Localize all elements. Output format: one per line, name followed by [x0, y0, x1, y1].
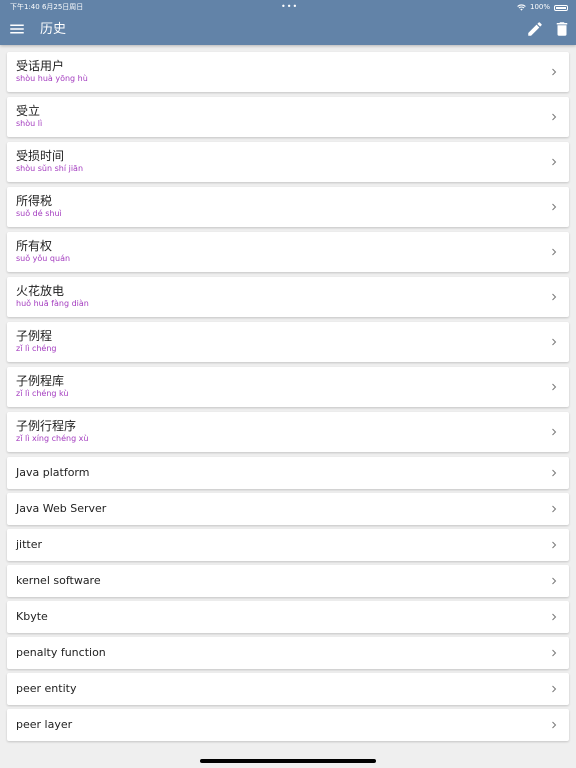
history-term: 所有权	[16, 239, 53, 253]
history-term: Java Web Server	[16, 502, 107, 515]
chevron-right-icon	[552, 248, 557, 256]
home-indicator[interactable]	[200, 759, 376, 763]
history-item[interactable]: 所有权 suǒ yǒu quán	[7, 232, 569, 272]
history-item[interactable]: kernel software	[7, 565, 569, 597]
chevron-right-icon	[552, 383, 557, 391]
history-item[interactable]: 受损时间 shòu sǔn shí jiān	[7, 142, 569, 182]
history-pinyin: zǐ lì chéng kù	[16, 389, 69, 398]
history-pinyin: shòu huà yōng hù	[16, 74, 88, 83]
history-item[interactable]: 所得税 suǒ dé shuì	[7, 187, 569, 227]
status-bar: 下午1:40 6月25日周日 ••• 100%	[0, 0, 576, 14]
history-term: Java platform	[16, 466, 90, 479]
history-item[interactable]: jitter	[7, 529, 569, 561]
menu-icon[interactable]	[8, 20, 26, 38]
history-item[interactable]: peer entity	[7, 673, 569, 705]
history-item[interactable]: peer layer	[7, 709, 569, 741]
history-item[interactable]: 火花放电 huǒ huā fàng diàn	[7, 277, 569, 317]
history-item[interactable]: 子例行程序 zǐ lì xíng chéng xù	[7, 412, 569, 452]
history-term: 子例程	[16, 329, 53, 343]
history-term: 子例程库	[16, 374, 65, 388]
chevron-right-icon	[552, 685, 557, 693]
chevron-right-icon	[552, 428, 557, 436]
history-item[interactable]: Java Web Server	[7, 493, 569, 525]
history-term: 受立	[16, 104, 41, 118]
chevron-right-icon	[552, 203, 557, 211]
multitasking-dots[interactable]: •••	[281, 0, 298, 14]
history-term: Kbyte	[16, 610, 48, 623]
history-term: 受话用户	[16, 59, 65, 73]
history-pinyin: huǒ huā fàng diàn	[16, 299, 89, 308]
history-item[interactable]: Java platform	[7, 457, 569, 489]
history-term: peer layer	[16, 718, 73, 731]
history-pinyin: suǒ yǒu quán	[16, 254, 71, 263]
history-pinyin: zǐ lì xíng chéng xù	[16, 434, 89, 443]
history-term: 所得税	[16, 194, 53, 208]
history-item[interactable]: 子例程 zǐ lì chéng	[7, 322, 569, 362]
toolbar: 历史	[0, 14, 576, 45]
wifi-icon	[517, 3, 526, 11]
chevron-right-icon	[552, 613, 557, 621]
history-term: 火花放电	[16, 284, 65, 298]
chevron-right-icon	[552, 68, 557, 76]
chevron-right-icon	[552, 577, 557, 585]
chevron-right-icon	[552, 649, 557, 657]
edit-icon[interactable]	[526, 20, 544, 38]
chevron-right-icon	[552, 113, 557, 121]
history-term: 子例行程序	[16, 419, 77, 433]
chevron-right-icon	[552, 158, 557, 166]
chevron-right-icon	[552, 721, 557, 729]
history-pinyin: shòu lì	[16, 119, 43, 128]
history-term: 受损时间	[16, 149, 65, 163]
status-time-date: 下午1:40 6月25日周日	[10, 3, 84, 11]
history-term: jitter	[16, 538, 43, 551]
chevron-right-icon	[552, 505, 557, 513]
history-item[interactable]: penalty function	[7, 637, 569, 669]
history-list: 受话用户 shòu huà yōng hù 受立 shòu lì 受损时间 shòu sǔ…	[7, 52, 569, 745]
history-term: kernel software	[16, 574, 101, 587]
history-item[interactable]: Kbyte	[7, 601, 569, 633]
history-pinyin: zǐ lì chéng	[16, 344, 57, 353]
status-indicators: 100%	[517, 0, 568, 14]
app-header: 下午1:40 6月25日周日 ••• 100% 历史	[0, 0, 576, 45]
history-pinyin: shòu sǔn shí jiān	[16, 164, 84, 173]
history-item[interactable]: 子例程库 zǐ lì chéng kù	[7, 367, 569, 407]
history-item[interactable]: 受立 shòu lì	[7, 97, 569, 137]
battery-icon	[554, 4, 568, 11]
history-pinyin: suǒ dé shuì	[16, 209, 62, 218]
battery-percent: 100%	[529, 3, 550, 11]
chevron-right-icon	[552, 469, 557, 477]
history-term: peer entity	[16, 682, 77, 695]
page-title: 历史	[40, 22, 67, 37]
chevron-right-icon	[552, 338, 557, 346]
chevron-right-icon	[552, 541, 557, 549]
history-term: penalty function	[16, 646, 106, 659]
history-item[interactable]: 受话用户 shòu huà yōng hù	[7, 52, 569, 92]
delete-icon[interactable]	[553, 20, 571, 38]
chevron-right-icon	[552, 293, 557, 301]
